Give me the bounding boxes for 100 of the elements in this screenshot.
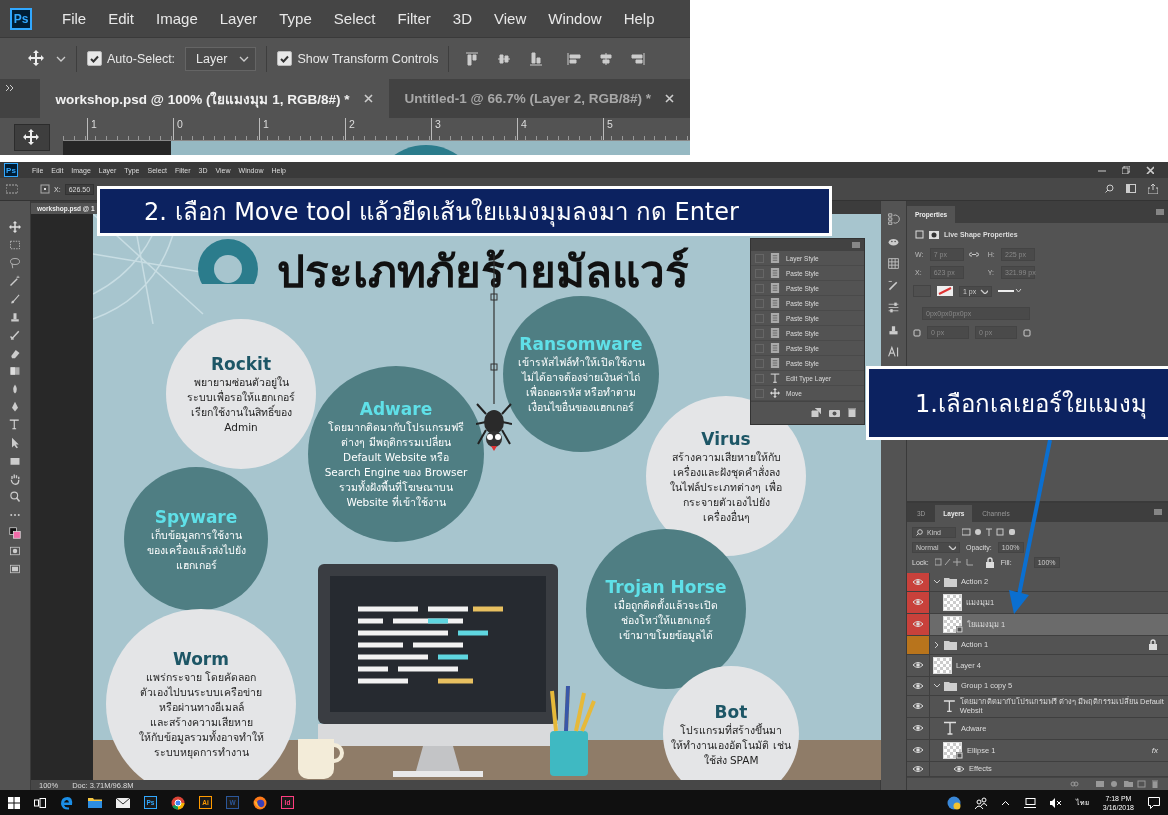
stroke-swatch-icon[interactable] xyxy=(937,286,953,296)
circle-title: Adware xyxy=(359,398,433,421)
browser-icon[interactable] xyxy=(253,795,267,810)
menu-item[interactable]: File xyxy=(62,10,87,27)
clone-source-icon[interactable] xyxy=(887,323,900,336)
eye-icon[interactable] xyxy=(912,619,924,630)
menu-item[interactable]: Select xyxy=(333,10,376,27)
search-icon[interactable] xyxy=(1105,184,1114,193)
reference-point-icon[interactable] xyxy=(40,184,50,194)
wand-icon[interactable] xyxy=(9,275,21,287)
brush-icon[interactable] xyxy=(9,293,21,305)
windows-start-icon[interactable] xyxy=(8,796,20,809)
move-icon[interactable] xyxy=(22,128,41,147)
browser-icon[interactable] xyxy=(171,795,185,810)
quick-mask-icon[interactable] xyxy=(9,545,21,557)
workspace-icon[interactable] xyxy=(1126,184,1136,193)
new-action-icon[interactable] xyxy=(811,407,821,417)
menu-item[interactable]: Help xyxy=(623,10,655,27)
close-icon[interactable] xyxy=(1146,166,1154,174)
menu-item[interactable]: Layer xyxy=(219,10,258,27)
hand-icon[interactable] xyxy=(9,473,21,485)
move-tool-button[interactable] xyxy=(13,124,50,151)
eye-icon[interactable] xyxy=(912,576,924,587)
people-icon[interactable] xyxy=(974,796,987,809)
lock-icon[interactable] xyxy=(984,556,995,568)
brush-icon[interactable] xyxy=(9,329,21,341)
zoom-icon[interactable] xyxy=(9,491,21,503)
move-tool-icon[interactable] xyxy=(28,49,46,68)
gradient-icon[interactable] xyxy=(9,365,21,377)
menu-item[interactable]: Edit xyxy=(108,10,135,27)
document-tab[interactable]: Untitled-1 @ 66.7% (Layer 2, RGB/8#) * xyxy=(388,79,690,118)
task-view-icon[interactable] xyxy=(34,797,46,808)
eye-icon[interactable] xyxy=(912,745,924,756)
mail-icon[interactable] xyxy=(116,795,130,810)
restore-icon[interactable] xyxy=(1122,166,1130,174)
rectangle-icon[interactable] xyxy=(9,455,21,467)
align-icon[interactable] xyxy=(567,51,584,66)
layer-dropdown[interactable]: Layer xyxy=(185,46,257,71)
screen-mode-icon[interactable] xyxy=(9,563,21,575)
lasso-icon[interactable] xyxy=(9,257,21,269)
mask-icon xyxy=(929,230,939,239)
circle-text: แพร่กระจาย โดยคัดลอก ตัวเองไปบนระบบเครือข่าย หรือผ่านทางอีเมลล์ และสร้างความเสียหาย ให้กับข้อมูลรวมทั้งอาจทำให้ ระบบหยุดการทำงาน xyxy=(138,670,264,761)
history-icon[interactable] xyxy=(887,213,900,226)
eraser-icon[interactable] xyxy=(9,347,21,359)
corner-icon xyxy=(1023,328,1031,337)
menu-item[interactable]: Window xyxy=(548,10,602,27)
character-icon[interactable] xyxy=(887,345,900,358)
link-icon[interactable] xyxy=(968,252,979,257)
camera-icon[interactable] xyxy=(829,407,840,417)
layer-actions-icons[interactable] xyxy=(1070,780,1160,789)
brush-settings-icon[interactable] xyxy=(887,279,900,292)
eye-icon[interactable] xyxy=(953,763,965,774)
ruler-number: 5 xyxy=(603,118,689,140)
checkbox[interactable]: Auto-Select: xyxy=(87,51,176,66)
menu-item[interactable]: View xyxy=(494,10,527,27)
collapse-icon[interactable] xyxy=(6,85,14,91)
color-swatches-icon[interactable] xyxy=(9,527,21,539)
trash-icon[interactable] xyxy=(848,407,856,417)
help-icon[interactable] xyxy=(946,795,961,810)
ruler-number: 4 xyxy=(517,118,603,140)
panel-menu-icon[interactable] xyxy=(1154,508,1162,515)
share-icon[interactable] xyxy=(1148,184,1158,194)
eye-icon[interactable] xyxy=(912,701,924,712)
eye-icon[interactable] xyxy=(912,763,924,774)
move-icon[interactable] xyxy=(9,221,21,233)
menu-item[interactable]: Filter xyxy=(397,10,431,27)
cursor-icon[interactable] xyxy=(9,437,21,449)
stamp-icon[interactable] xyxy=(9,311,21,323)
volume-muted-icon[interactable] xyxy=(1049,797,1062,808)
folder-icon xyxy=(944,639,957,651)
checkbox[interactable]: Show Transform Controls xyxy=(277,51,439,66)
eye-icon[interactable] xyxy=(912,660,924,671)
chevron-down-icon[interactable] xyxy=(933,681,941,690)
app-logo: Ps xyxy=(4,163,18,177)
chevron-down-icon[interactable] xyxy=(933,577,941,586)
menu-item[interactable]: Image xyxy=(156,10,198,27)
pen-icon[interactable] xyxy=(9,401,21,413)
circle-title: Trojan Horse xyxy=(605,575,727,597)
menu-item[interactable]: Type xyxy=(279,10,312,27)
caret-icon xyxy=(948,544,956,551)
notification-icon[interactable] xyxy=(1148,796,1160,809)
lock-icon xyxy=(1148,639,1158,651)
document-tab[interactable]: workshop.psd @ 100% (ใยแมงมุม 1, RGB/8#) * xyxy=(39,79,389,118)
align-icon[interactable] xyxy=(631,51,648,66)
ruler-number: 0 xyxy=(173,118,259,140)
line-style-dropdown[interactable] xyxy=(998,287,1023,295)
grid-icon[interactable] xyxy=(887,257,900,270)
circle-text: พยายามซ่อนตัวอยู่ใน ระบบเพื่อรอให้แฮกเกอร์ เรียกใช้งานในสิทธิ์ของ Admin xyxy=(187,375,295,436)
text-tool-icon[interactable] xyxy=(9,419,21,431)
chevron-up-icon[interactable] xyxy=(1000,799,1010,806)
eye-icon[interactable] xyxy=(912,597,924,608)
eye-icon[interactable] xyxy=(912,723,924,734)
menu-item[interactable]: 3D xyxy=(452,10,473,27)
app-logo: Ps xyxy=(10,7,32,30)
network-icon[interactable] xyxy=(1023,797,1036,808)
folder-icon[interactable] xyxy=(88,795,102,810)
chevron-right-icon[interactable] xyxy=(933,640,941,649)
marquee-icon[interactable] xyxy=(9,239,21,251)
eye-icon[interactable] xyxy=(912,680,924,691)
adjustments-icon[interactable] xyxy=(887,301,900,314)
